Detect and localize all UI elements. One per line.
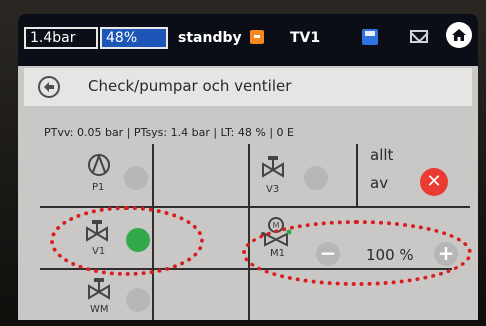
standby-icon[interactable] (250, 30, 264, 44)
device-status-indicator (304, 166, 328, 190)
device-grid: P1 V1 WM V3 allt av ✕ M M1 − 100 % + (40, 144, 472, 320)
save-icon[interactable] (362, 29, 378, 45)
device-label: WM (90, 304, 109, 315)
pressure-readout: 1.4bar (24, 27, 98, 49)
device-label: P1 (92, 182, 105, 193)
back-button[interactable] (38, 76, 60, 98)
arrow-left-icon (44, 82, 54, 92)
page-header: Check/pumpar och ventiler (24, 68, 472, 106)
device-status-indicator (124, 166, 148, 190)
mail-icon[interactable] (410, 30, 428, 43)
status-line: PTvv: 0.05 bar | PTsys: 1.4 bar | LT: 48… (44, 126, 294, 139)
zone-label: TV1 (290, 30, 321, 46)
grid-divider (356, 144, 358, 208)
valve-icon (262, 156, 284, 178)
all-off-button[interactable]: ✕ (420, 168, 448, 196)
all-off-label: allt (370, 146, 394, 164)
highlight-ring (242, 220, 472, 286)
top-status-bar: 1.4bar 48% standby TV1 (18, 14, 478, 66)
mode-label: standby (178, 30, 242, 46)
touch-screen: 1.4bar 48% standby TV1 Check/pumpar och … (18, 14, 478, 320)
home-icon (452, 29, 466, 41)
device-status-indicator (126, 288, 150, 312)
grid-divider (248, 144, 250, 320)
valve-icon (88, 278, 110, 300)
highlight-ring (50, 206, 204, 276)
device-label: V3 (266, 184, 280, 195)
all-off-label: av (370, 174, 389, 192)
home-button[interactable] (446, 22, 472, 48)
page-title: Check/pumpar och ventiler (88, 77, 292, 95)
close-icon: ✕ (426, 171, 442, 192)
percent-readout: 48% (100, 27, 168, 49)
pump-icon (88, 153, 110, 176)
